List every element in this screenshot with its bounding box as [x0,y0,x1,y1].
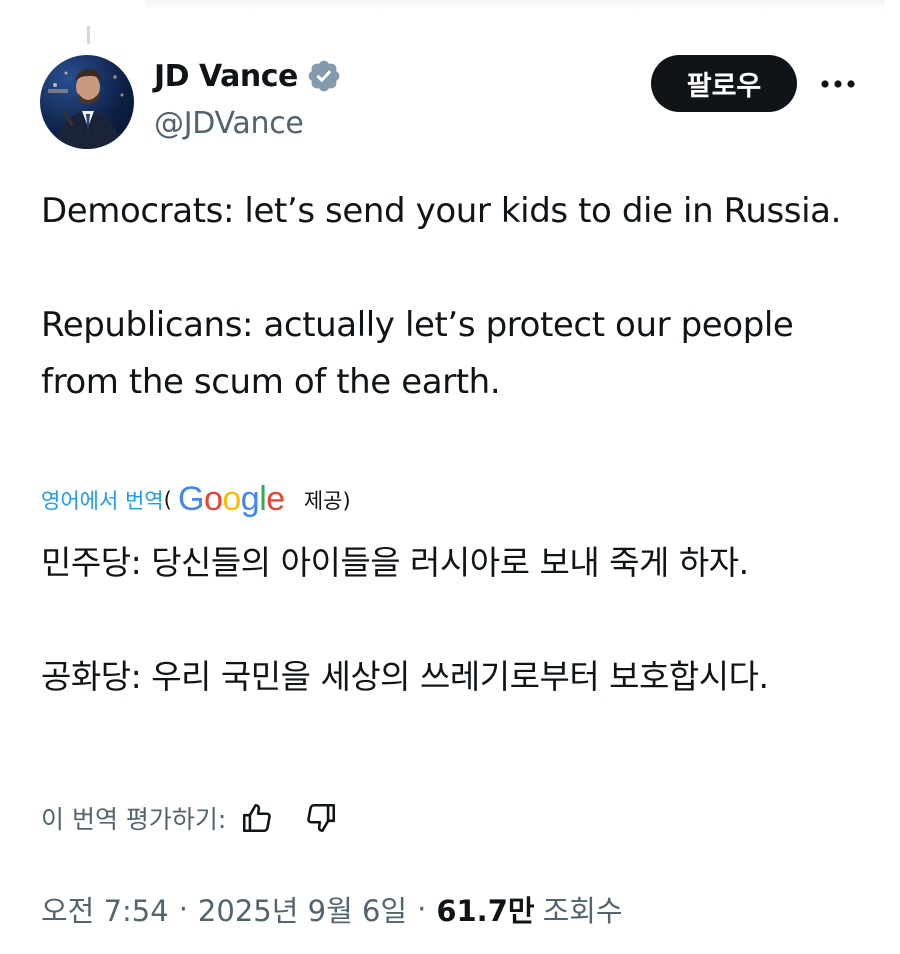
thread-connector-line [87,26,90,44]
more-options-icon[interactable] [818,70,858,98]
google-logo-letter: G [178,480,204,518]
google-logo-letter: o [222,480,240,518]
previous-tweet-fade [145,0,885,10]
google-logo-letter: l [259,480,266,518]
avatar[interactable] [40,55,134,149]
svg-text:Google: Google [178,480,285,518]
google-logo: Google [178,478,290,522]
follow-button[interactable]: 팔로우 [651,55,797,112]
rate-translation-label: 이 번역 평가하기: [41,805,227,834]
translated-paragraph: 공화당: 우리 국민을 세상의 쓰레기로부터 보호합시다. [41,657,769,696]
thumbs-down-icon[interactable] [304,801,338,835]
translated-from-link[interactable]: 영어에서 번역 [41,485,164,515]
thumbs-up-icon[interactable] [240,801,274,835]
author-handle[interactable]: @JDVance [154,106,304,141]
translated-paragraph: 민주당: 당신들의 아이들을 러시아로 보내 죽게 하자. [41,543,749,582]
tweet-paragraph: Republicans: actually let’s protect our … [41,305,794,402]
verified-badge-icon[interactable] [306,58,342,94]
google-logo-letter: e [266,480,284,518]
open-paren: ( [163,488,172,512]
tweet-text: Democrats: let’s send your kids to die i… [41,183,861,411]
views-label: 조회수 [542,894,623,928]
separator-dot: · [178,892,188,926]
tweet-date[interactable]: 2025년 9월 6일 [198,888,407,930]
provided-label: 제공) [303,489,351,513]
tweet-metadata: 오전 7:54 · 2025년 9월 6일 · 61.7만 조회수 [41,888,623,930]
google-logo-letter: g [241,480,259,518]
google-logo-letter: o [204,480,222,518]
translation-attribution: 영어에서 번역 ( Google 제공) [41,478,351,522]
author-name-row[interactable]: JD Vance [154,58,342,94]
tweet-paragraph: Democrats: let’s send your kids to die i… [41,191,841,231]
translated-text: 민주당: 당신들의 아이들을 러시아로 보내 죽게 하자. 공화당: 우리 국민… [41,534,861,705]
rate-translation-row: 이 번역 평가하기: [41,800,338,836]
separator-dot: · [417,892,427,926]
author-display-name[interactable]: JD Vance [154,59,298,94]
views-count[interactable]: 61.7만 [436,888,534,930]
tweet-time[interactable]: 오전 7:54 [41,888,169,930]
